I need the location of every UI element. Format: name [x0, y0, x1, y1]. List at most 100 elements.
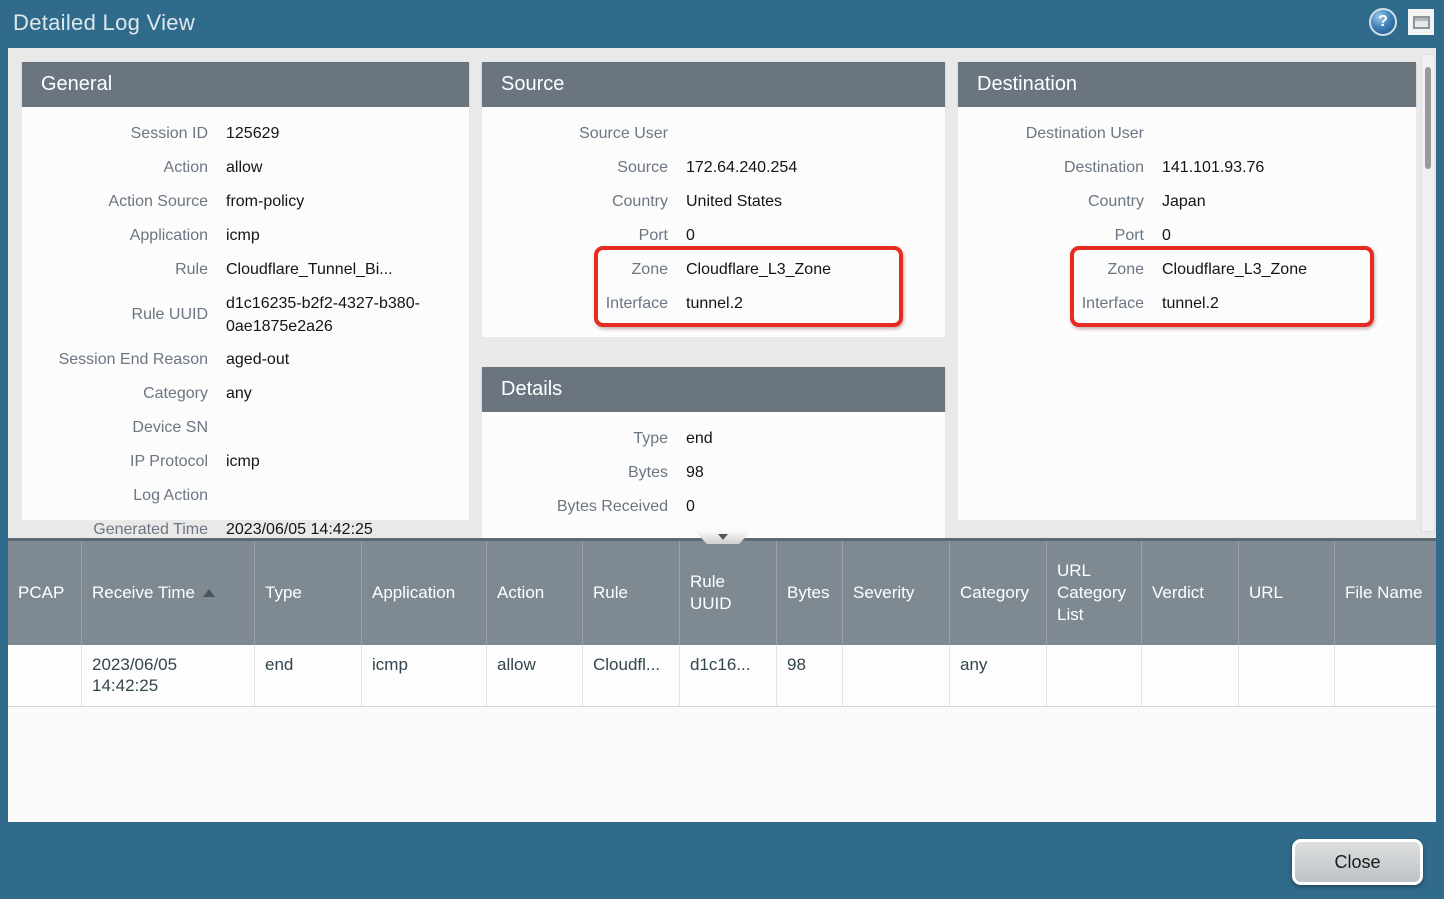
- field-row: Categoryany: [22, 377, 469, 411]
- field-value: [1162, 117, 1416, 151]
- field-value: any: [226, 377, 469, 411]
- upper-scrollbar-thumb[interactable]: [1425, 67, 1431, 169]
- field-row: Port0: [482, 219, 945, 253]
- field-row: Interfacetunnel.2: [958, 287, 1416, 321]
- cell-application: icmp: [362, 645, 487, 706]
- cell-bytes: 98: [777, 645, 843, 706]
- column-header-file-name[interactable]: File Name: [1335, 541, 1436, 645]
- source-zone-interface-group: ZoneCloudflare_L3_Zone Interfacetunnel.2: [482, 253, 945, 321]
- source-panel: Source Source User Source172.64.240.254 …: [482, 62, 945, 337]
- field-row: Applicationicmp: [22, 219, 469, 253]
- column-header-bytes[interactable]: Bytes: [777, 541, 843, 645]
- cell-action: allow: [487, 645, 583, 706]
- field-label: Country: [482, 185, 686, 219]
- field-label: Source: [482, 151, 686, 185]
- field-label: IP Protocol: [22, 445, 226, 479]
- field-value: 0: [1162, 219, 1416, 253]
- field-label: Action Source: [22, 185, 226, 219]
- log-row[interactable]: 2023/06/05 14:42:25 end icmp allow Cloud…: [8, 645, 1436, 707]
- log-table: PCAP Receive Time Type Application Actio…: [8, 538, 1436, 822]
- column-header-url-category-list[interactable]: URL Category List: [1047, 541, 1142, 645]
- field-value: icmp: [226, 445, 469, 479]
- titlebar: Detailed Log View ?: [0, 0, 1444, 48]
- field-label: Action: [22, 151, 226, 185]
- field-row: CountryUnited States: [482, 185, 945, 219]
- field-label: Destination: [958, 151, 1162, 185]
- field-label: Category: [22, 377, 226, 411]
- cell-severity: [843, 645, 950, 706]
- upper-scrollbar[interactable]: [1421, 54, 1435, 532]
- field-value: aged-out: [226, 343, 469, 377]
- general-panel-body: Session ID125629 Actionallow Action Sour…: [22, 107, 469, 520]
- field-value: Cloudflare_L3_Zone: [686, 253, 945, 287]
- field-value: 141.101.93.76: [1162, 151, 1416, 185]
- field-value: [226, 411, 469, 445]
- field-value: tunnel.2: [686, 287, 945, 321]
- field-value: allow: [226, 151, 469, 185]
- cell-verdict: [1142, 645, 1239, 706]
- cell-rule-uuid: d1c16...: [680, 645, 777, 706]
- close-button[interactable]: Close: [1292, 839, 1423, 885]
- column-header-pcap[interactable]: PCAP: [8, 541, 82, 645]
- field-value: Cloudflare_Tunnel_Bi...: [226, 253, 469, 287]
- field-value: Japan: [1162, 185, 1416, 219]
- column-header-category[interactable]: Category: [950, 541, 1047, 645]
- field-label: Application: [22, 219, 226, 253]
- column-header-application[interactable]: Application: [362, 541, 487, 645]
- sort-ascending-icon: [203, 589, 215, 597]
- field-row: Session End Reasonaged-out: [22, 343, 469, 377]
- general-panel: General Session ID125629 Actionallow Act…: [22, 62, 469, 520]
- window-icon[interactable]: [1408, 9, 1434, 35]
- field-row: IP Protocolicmp: [22, 445, 469, 479]
- field-row: Actionallow: [22, 151, 469, 185]
- log-detail-panels: General Session ID125629 Actionallow Act…: [8, 48, 1436, 538]
- field-row: Interfacetunnel.2: [482, 287, 945, 321]
- cell-category: any: [950, 645, 1047, 706]
- field-value: United States: [686, 185, 945, 219]
- field-label: Bytes: [482, 456, 686, 490]
- field-value: icmp: [226, 219, 469, 253]
- destination-zone-interface-group: ZoneCloudflare_L3_Zone Interfacetunnel.2: [958, 253, 1416, 321]
- field-value: tunnel.2: [1162, 287, 1416, 321]
- column-header-type[interactable]: Type: [255, 541, 362, 645]
- column-header-label: Receive Time: [92, 582, 195, 604]
- field-label: Log Action: [22, 479, 226, 513]
- field-label: Port: [958, 219, 1162, 253]
- field-value: 0: [686, 490, 945, 524]
- details-panel: Details Typeend Bytes98 Bytes Received0: [482, 367, 945, 538]
- field-row: Generated Time2023/06/05 14:42:25: [22, 513, 469, 538]
- column-header-receive-time[interactable]: Receive Time: [82, 541, 255, 645]
- column-header-rule[interactable]: Rule: [583, 541, 680, 645]
- field-row: Action Sourcefrom-policy: [22, 185, 469, 219]
- field-row: Rule UUIDd1c16235-b2f2-4327-b380-0ae1875…: [22, 287, 469, 343]
- field-value: 98: [686, 456, 945, 490]
- source-column: Source Source User Source172.64.240.254 …: [482, 62, 945, 538]
- field-value: 2023/06/05 14:42:25: [226, 513, 469, 538]
- column-header-url[interactable]: URL: [1239, 541, 1335, 645]
- cell-url-category-list: [1047, 645, 1142, 706]
- field-row: Log Action: [22, 479, 469, 513]
- log-table-header: PCAP Receive Time Type Application Actio…: [8, 541, 1436, 645]
- field-label: Bytes Received: [482, 490, 686, 524]
- field-row: CountryJapan: [958, 185, 1416, 219]
- field-row: Destination User: [958, 117, 1416, 151]
- destination-panel: Destination Destination User Destination…: [958, 62, 1416, 520]
- source-panel-header: Source: [482, 62, 945, 107]
- field-label: Generated Time: [22, 513, 226, 538]
- help-icon[interactable]: ?: [1369, 8, 1397, 36]
- field-label: Rule: [22, 253, 226, 287]
- column-header-rule-uuid[interactable]: Rule UUID: [680, 541, 777, 645]
- column-header-action[interactable]: Action: [487, 541, 583, 645]
- field-row: Typeend: [482, 422, 945, 456]
- field-row: Device SN: [22, 411, 469, 445]
- destination-panel-header: Destination: [958, 62, 1416, 107]
- column-header-verdict[interactable]: Verdict: [1142, 541, 1239, 645]
- field-label: Source User: [482, 117, 686, 151]
- column-header-severity[interactable]: Severity: [843, 541, 950, 645]
- field-label: Destination User: [958, 117, 1162, 151]
- field-row: Port0: [958, 219, 1416, 253]
- titlebar-icons: ?: [1369, 8, 1434, 36]
- details-panel-body: Typeend Bytes98 Bytes Received0: [482, 412, 945, 538]
- field-value: [226, 479, 469, 513]
- source-panel-body: Source User Source172.64.240.254 Country…: [482, 107, 945, 337]
